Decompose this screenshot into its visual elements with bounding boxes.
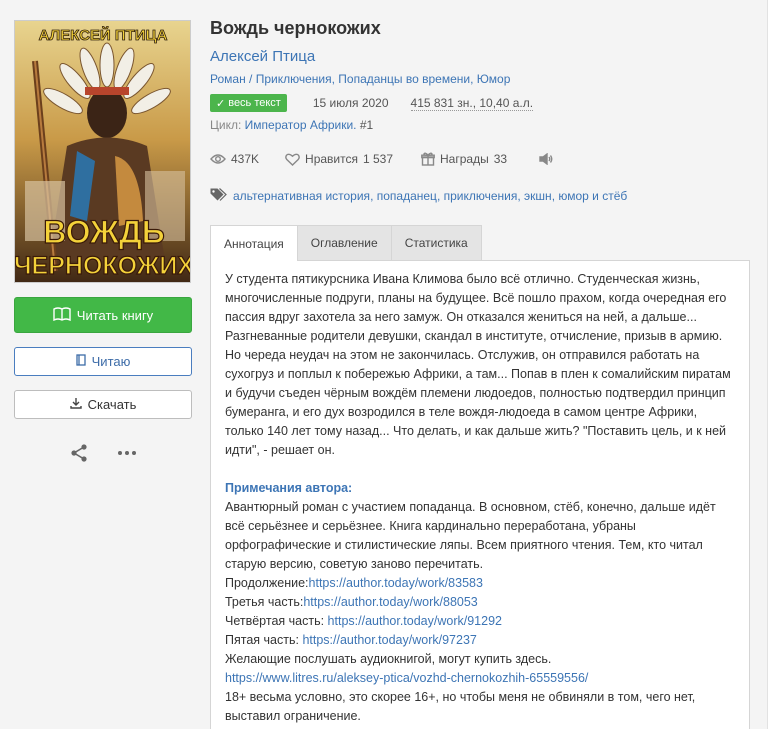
- stats-row: 437K Нравится 1 537 Награды 33: [210, 152, 553, 166]
- tab-statistics[interactable]: Статистика: [390, 225, 482, 260]
- download-icon: [69, 397, 82, 412]
- annotation-text: У студента пятикурсника Ивана Климова бы…: [225, 272, 731, 457]
- part5-line: Пятая часть: https://author.today/work/9…: [225, 631, 735, 650]
- tag-link[interactable]: приключения: [444, 189, 518, 203]
- bookmark-icon: [75, 354, 86, 369]
- audio-stat[interactable]: [539, 153, 553, 165]
- awards-stat[interactable]: Награды 33: [421, 152, 507, 166]
- continuation-link[interactable]: https://author.today/work/83583: [309, 576, 483, 590]
- eye-icon: [210, 154, 226, 164]
- cover-title-1: ВОЖДЬ: [43, 214, 165, 250]
- gift-icon: [421, 152, 435, 166]
- audio-text: Желающие послушать аудиокнигой, могут ку…: [225, 652, 552, 666]
- book-size: 415 831 зн., 10,40 а.л.: [410, 95, 534, 111]
- more-icon[interactable]: [115, 443, 139, 463]
- tag-link[interactable]: альтернативная история: [233, 189, 370, 203]
- cycle-label: Цикл:: [210, 118, 242, 132]
- meta-row: ✓ весь текст 15 июля 2020 415 831 зн., 1…: [210, 94, 534, 112]
- cycle-link[interactable]: Император Африки.: [245, 118, 357, 132]
- continuation-line: Продолжение:https://author.today/work/83…: [225, 574, 735, 593]
- awards-count: 33: [493, 152, 508, 166]
- cycle-line: Цикл: Император Африки. #1: [210, 118, 373, 132]
- share-icon[interactable]: [67, 443, 91, 463]
- tags-row: альтернативная история, попаданец, прикл…: [210, 188, 627, 204]
- heart-icon: [285, 153, 300, 166]
- tab-bar: Аннотация Оглавление Статистика: [210, 225, 482, 261]
- age-note: 18+ весьма условно, это скорее 16+, но ч…: [225, 690, 696, 723]
- tag-list: альтернативная история, попаданец, прикл…: [233, 189, 628, 203]
- part3-line: Третья часть:https://author.today/work/8…: [225, 593, 735, 612]
- book-author-link[interactable]: Алексей Птица: [210, 48, 315, 65]
- awards-label: Награды: [440, 152, 489, 166]
- part4-line: Четвёртая часть: https://author.today/wo…: [225, 612, 735, 631]
- read-book-button[interactable]: Читать книгу: [14, 297, 192, 333]
- tag-link[interactable]: юмор и стёб: [558, 189, 627, 203]
- publish-date: 15 июля 2020: [312, 96, 389, 110]
- genre-link[interactable]: Попаданцы во времени: [338, 72, 470, 86]
- book-title: Вождь чернокожих: [210, 18, 381, 38]
- tag-link[interactable]: экшн: [524, 189, 552, 203]
- part4-label: Четвёртая часть:: [225, 614, 328, 628]
- status-badge: ✓ весь текст: [210, 94, 287, 112]
- check-icon: ✓: [216, 97, 226, 110]
- author-notes-title: Примечания автора:: [225, 481, 353, 495]
- status-badge-label: весь текст: [228, 97, 281, 109]
- part4-link[interactable]: https://author.today/work/91292: [328, 614, 502, 628]
- tab-annotation[interactable]: Аннотация: [210, 225, 298, 261]
- genre-link[interactable]: Приключения: [256, 72, 332, 86]
- views-stat: 437K: [210, 152, 259, 166]
- annotation-panel: У студента пятикурсника Ивана Климова бы…: [210, 260, 750, 729]
- reading-button[interactable]: Читаю: [14, 347, 192, 376]
- speaker-icon: [539, 153, 553, 165]
- likes-stat[interactable]: Нравится 1 537: [285, 152, 393, 166]
- tab-contents[interactable]: Оглавление: [296, 225, 392, 260]
- likes-count: 1 537: [362, 152, 394, 166]
- book-open-icon: [53, 306, 71, 324]
- cover-title-2: ЧЕРНОКОЖИХ: [15, 252, 191, 280]
- author-notes-text: Авантюрный роман с участием попаданца. В…: [225, 500, 716, 571]
- tag-icon: [210, 188, 227, 204]
- cover-author: АЛЕКСЕЙ ПТИЦА: [39, 26, 168, 44]
- cycle-number: #1: [359, 118, 374, 132]
- tag-link[interactable]: попаданец: [377, 189, 437, 203]
- page: АЛЕКСЕЙ ПТИЦА ВОЖДЬ ЧЕРНОКОЖИХ Читать кн…: [0, 0, 768, 729]
- reading-label: Читаю: [91, 354, 131, 369]
- likes-label: Нравится: [305, 152, 358, 166]
- genre-list: Роман / Приключения, Попаданцы во времен…: [210, 72, 511, 86]
- continuation-label: Продолжение:: [225, 576, 309, 590]
- part5-label: Пятая часть:: [225, 633, 303, 647]
- read-book-label: Читать книгу: [76, 307, 154, 323]
- part3-link[interactable]: https://author.today/work/88053: [303, 595, 477, 609]
- part3-label: Третья часть:: [225, 595, 304, 609]
- part5-link[interactable]: https://author.today/work/97237: [302, 633, 476, 647]
- side-actions: [14, 443, 192, 463]
- views-count: 437K: [231, 152, 260, 166]
- audio-link[interactable]: https://www.litres.ru/aleksey-ptica/vozh…: [225, 671, 588, 685]
- genre-link[interactable]: Юмор: [477, 72, 511, 86]
- book-cover[interactable]: АЛЕКСЕЙ ПТИЦА ВОЖДЬ ЧЕРНОКОЖИХ: [14, 20, 191, 283]
- genre-link[interactable]: Роман: [210, 72, 246, 86]
- download-button[interactable]: Скачать: [14, 390, 192, 419]
- download-label: Скачать: [87, 397, 137, 412]
